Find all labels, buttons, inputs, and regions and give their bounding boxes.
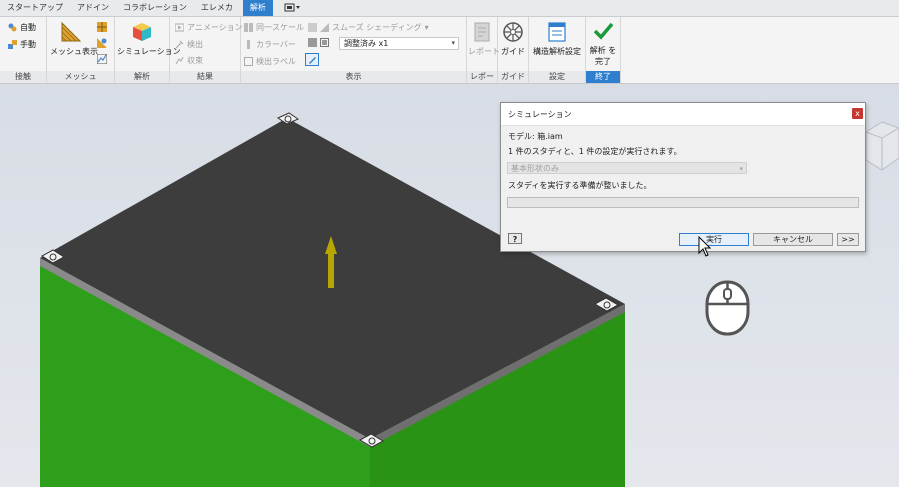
run-button[interactable]: 実行 [679, 233, 749, 246]
results-animation-button[interactable]: アニメーション [175, 22, 243, 33]
contact-manual-icon [8, 40, 17, 49]
display-probe-label-button[interactable]: 検出ラベル [244, 56, 296, 67]
probe-icon [175, 40, 184, 49]
panel-title-contact: 接触 [0, 71, 46, 83]
panel-title-analysis: 解析 [115, 71, 169, 83]
chevron-down-icon: ▾ [451, 39, 455, 47]
run-summary-label: 1 件のスタディと、1 件の設定が実行されます。 [508, 147, 682, 156]
displacement-scale-select[interactable]: 調整済み x1 ▾ [339, 37, 459, 50]
tab-analysis[interactable]: 解析 [242, 0, 273, 16]
tab-collaboration[interactable]: コラボレーション [116, 0, 194, 16]
display-adjust-icons [308, 38, 329, 47]
chevron-down-icon: ▾ [739, 165, 743, 173]
guide-button[interactable]: ガイド [499, 21, 527, 57]
chevron-down-icon: ▾ [424, 23, 429, 32]
panel-title-report: レポート [467, 71, 497, 93]
report-button[interactable]: レポート [468, 21, 500, 57]
mesh-settings-icon[interactable] [97, 22, 107, 32]
structural-settings-button[interactable]: 構造解析設定 [530, 21, 584, 57]
simulation-button[interactable]: シミュレーション [117, 21, 181, 57]
progress-bar [507, 197, 859, 208]
settings-window-icon [548, 22, 566, 42]
panel-title-settings: 設定 [529, 71, 585, 83]
expand-button[interactable]: >> [837, 233, 859, 246]
dialog-title: シミュレーション [508, 110, 572, 119]
display-same-scale-button[interactable]: 同一スケール [244, 22, 304, 33]
panel-finish: 解析 を 完了 終了 [586, 17, 621, 83]
panel-title-guide: ガイド [498, 71, 528, 83]
panel-settings: 構造解析設定 設定 [529, 17, 586, 83]
contact-auto-button[interactable]: 自動 [8, 22, 36, 33]
panel-display: 同一スケール スムーズ シェーディング ▾ カラーバー 調整済み x1 ▾ 検出… [241, 17, 467, 83]
panel-title-results: 結果 [170, 71, 240, 83]
local-mesh-icon[interactable] [97, 38, 107, 48]
panel-analysis: シミュレーション 解析 [115, 17, 181, 83]
adjust-display-icon[interactable] [320, 38, 329, 47]
probe-label-icon [244, 57, 253, 66]
tab-elemeka[interactable]: エレメカ [194, 0, 240, 16]
edit-colors-button[interactable] [305, 53, 319, 66]
panel-title-mesh: メッシュ [47, 71, 114, 83]
simulation-cube-icon [133, 23, 151, 41]
window-dropdown-icon [284, 3, 300, 11]
panel-report: レポート レポート [467, 17, 500, 93]
simulation-dialog: シミュレーション x モデル: 箱.iam 1 件のスタディと、1 件の設定が実… [500, 102, 866, 252]
panel-title-finish: 終了 [586, 71, 620, 83]
report-icon [474, 22, 490, 42]
panel-results: アニメーション 検出 収束 結果 [170, 17, 243, 83]
help-button[interactable]: ? [508, 233, 522, 244]
tab-addins[interactable]: アドイン [70, 0, 116, 16]
mouse-hint-icon [705, 280, 750, 336]
viewcube-icon[interactable] [862, 118, 899, 178]
model-name-label: モデル: 箱.iam [508, 132, 563, 141]
pencil-icon [309, 57, 316, 64]
contact-manual-button[interactable]: 手動 [8, 39, 36, 50]
ribbon: 自動 手動 接触 メッシュ表示 メッシュ シミュレーション 解析 アニメーション… [0, 17, 899, 93]
mouse-cursor-icon [698, 236, 712, 257]
contact-auto-icon [8, 23, 17, 32]
converge-icon [175, 56, 184, 65]
shading-gradient-icon [320, 23, 329, 32]
results-converge-button[interactable]: 収束 [175, 55, 203, 66]
shading-icon [308, 23, 317, 32]
panel-guide: ガイド ガイド [498, 17, 529, 83]
ribbon-tab-bar: スタートアップ アドイン コラボレーション エレメカ 解析 [0, 0, 899, 17]
color-bar-icon [247, 40, 250, 49]
display-smooth-shading-dropdown[interactable]: スムーズ シェーディング ▾ [308, 22, 429, 33]
panel-mesh: メッシュ表示 メッシュ [47, 17, 115, 83]
status-label: スタディを実行する準備が整いました。 [508, 181, 652, 190]
convergence-settings-icon[interactable] [97, 54, 107, 64]
finish-analysis-button[interactable]: 解析 を 完了 [588, 20, 618, 67]
mesh-show-button[interactable]: メッシュ表示 [50, 21, 98, 57]
panel-contact: 自動 手動 接触 [0, 17, 47, 83]
tab-startup[interactable]: スタートアップ [0, 0, 70, 16]
tab-overflow-dropdown[interactable] [276, 3, 310, 14]
close-button[interactable]: x [852, 108, 863, 119]
animation-icon [175, 23, 184, 32]
checkmark-icon [593, 22, 614, 40]
dialog-title-bar[interactable]: シミュレーション x [501, 103, 865, 126]
results-probe-button[interactable]: 検出 [175, 39, 203, 50]
display-color-bar-button[interactable]: カラーバー [244, 39, 296, 50]
same-scale-icon [244, 23, 253, 32]
study-select[interactable]: 基本形状のみ ▾ [507, 162, 747, 174]
adjust-scale-icon[interactable] [308, 38, 317, 47]
panel-title-display: 表示 [241, 71, 466, 83]
cancel-button[interactable]: キャンセル [753, 233, 833, 246]
mesh-icon [61, 21, 82, 42]
guide-wheel-icon [503, 22, 523, 42]
